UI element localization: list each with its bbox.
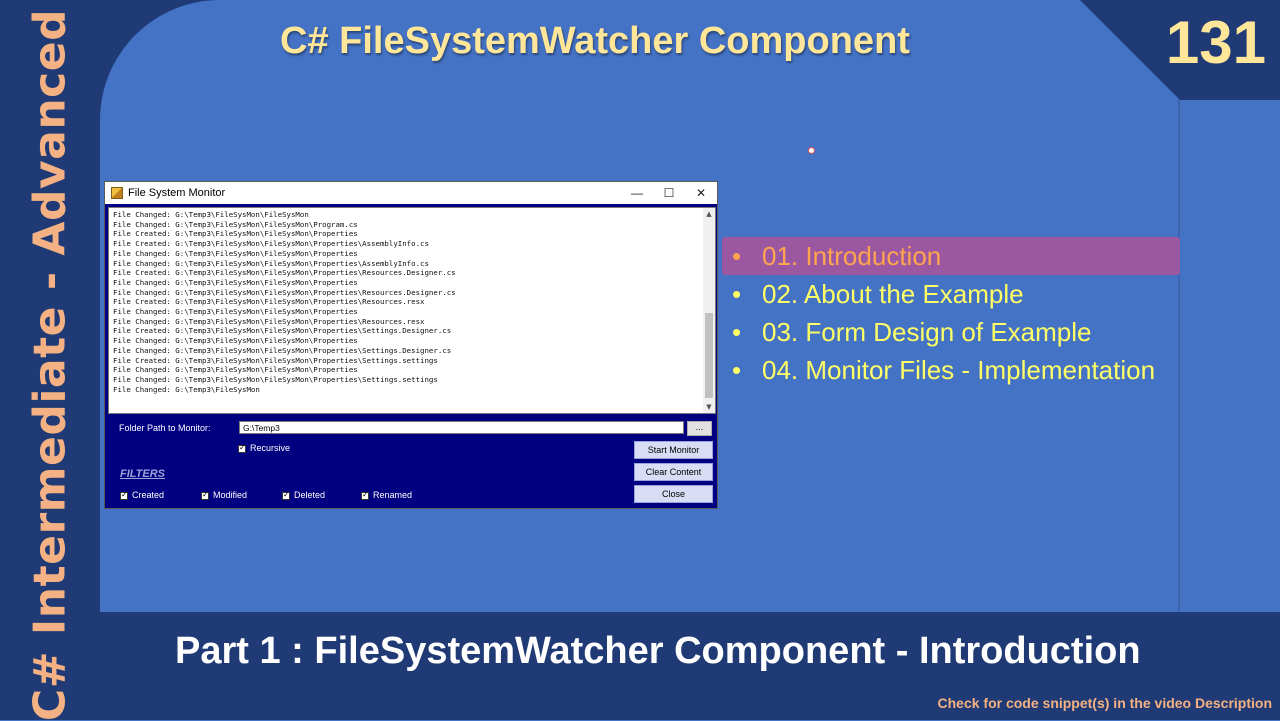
recursive-checkbox[interactable]: Recursive bbox=[238, 443, 290, 453]
log-line: File Created: G:\Temp3\FileSysMon\FileSy… bbox=[113, 297, 425, 307]
close-icon[interactable]: ✕ bbox=[685, 186, 717, 200]
slide-title: C# FileSystemWatcher Component bbox=[280, 20, 910, 62]
log-line: File Changed: G:\Temp3\FileSysMon\FileSy… bbox=[113, 258, 429, 268]
agenda-item-label: 03. Form Design of Example bbox=[762, 317, 1092, 347]
log-line: File Created: G:\Temp3\FileSysMon\FileSy… bbox=[113, 239, 429, 249]
minimize-icon[interactable]: — bbox=[621, 186, 653, 200]
cursor-marker bbox=[808, 147, 815, 154]
filter-deleted-checkbox[interactable]: Deleted bbox=[282, 490, 325, 500]
app-icon bbox=[111, 187, 123, 199]
log-line: File Created: G:\Temp3\FileSysMon\FileSy… bbox=[113, 326, 452, 336]
side-label: C# Intermediate - Advanced bbox=[24, 8, 76, 721]
log-line: File Changed: G:\Temp3\FileSysMon\FileSy… bbox=[113, 365, 358, 375]
log-scrollbar[interactable]: ▲ ▼ bbox=[703, 208, 715, 413]
filter-deleted-label: Deleted bbox=[294, 490, 326, 500]
bullet-icon: • bbox=[732, 317, 742, 347]
close-button[interactable]: Close bbox=[634, 485, 713, 503]
log-line: File Changed: G:\Temp3\FileSysMon bbox=[113, 384, 260, 394]
agenda-item: • 02. About the Example bbox=[722, 275, 1180, 313]
bullet-icon: • bbox=[732, 279, 742, 309]
log-line: File Changed: G:\Temp3\FileSysMon\FileSy… bbox=[113, 307, 358, 317]
log-line: File Changed: G:\Temp3\FileSysMon\FileSy… bbox=[113, 316, 425, 326]
bullet-icon: • bbox=[732, 241, 742, 271]
log-line: File Created: G:\Temp3\FileSysMon\FileSy… bbox=[113, 268, 456, 278]
maximize-icon[interactable]: ☐ bbox=[653, 186, 685, 200]
window-titlebar[interactable]: File System Monitor — ☐ ✕ bbox=[105, 182, 717, 204]
browse-button[interactable]: ... bbox=[687, 421, 712, 436]
agenda-item: • 03. Form Design of Example bbox=[722, 313, 1180, 351]
agenda-item: • 04. Monitor Files - Implementation bbox=[722, 351, 1180, 389]
filter-renamed-checkbox[interactable]: Renamed bbox=[361, 490, 412, 500]
log-line: File Changed: G:\Temp3\FileSysMon\FileSy… bbox=[113, 374, 438, 384]
created-check-icon[interactable] bbox=[120, 490, 128, 500]
file-system-monitor-window: File System Monitor — ☐ ✕ File Changed: … bbox=[104, 181, 718, 509]
log-line: File Changed: G:\Temp3\FileSysMon\FileSy… bbox=[113, 277, 358, 287]
recursive-label: Recursive bbox=[250, 443, 291, 453]
scroll-up-icon[interactable]: ▲ bbox=[703, 208, 715, 220]
recursive-check-icon[interactable] bbox=[238, 443, 246, 453]
log-line: File Created: G:\Temp3\FileSysMon\FileSy… bbox=[113, 355, 438, 365]
episode-number: 131 bbox=[1165, 9, 1266, 76]
agenda-item-label: 04. Monitor Files - Implementation bbox=[762, 355, 1156, 385]
filter-created-label: Created bbox=[132, 490, 165, 500]
modified-check-icon[interactable] bbox=[201, 490, 209, 500]
agenda-item-label: 01. Introduction bbox=[762, 241, 942, 271]
log-line: File Changed: G:\Temp3\FileSysMon\FileSy… bbox=[113, 336, 358, 346]
agenda-list: • 01. Introduction • 02. About the Example •… bbox=[722, 237, 1180, 389]
filter-modified-label: Modified bbox=[213, 490, 248, 500]
clear-content-button[interactable]: Clear Content bbox=[634, 463, 713, 481]
log-line: File Created: G:\Temp3\FileSysMon\FileSy… bbox=[113, 229, 358, 239]
log-line: File Changed: G:\Temp3\FileSysMon\FileSy… bbox=[113, 219, 358, 229]
corner-curve bbox=[100, 0, 340, 240]
log-line: File Changed: G:\Temp3\FileSysMon\FileSy… bbox=[113, 248, 358, 258]
agenda-item: • 01. Introduction bbox=[722, 237, 1180, 275]
renamed-check-icon[interactable] bbox=[361, 490, 369, 500]
filter-created-checkbox[interactable]: Created bbox=[120, 490, 164, 500]
filter-renamed-label: Renamed bbox=[373, 490, 413, 500]
log-line: File Changed: G:\Temp3\FileSysMon\FileSy… bbox=[113, 287, 456, 297]
folder-path-input[interactable]: G:\Temp3 bbox=[239, 421, 684, 434]
filters-label: FILTERS bbox=[120, 468, 166, 480]
folder-path-label: Folder Path to Monitor: bbox=[119, 423, 211, 433]
slide-subtitle: Part 1 : FileSystemWatcher Component - I… bbox=[175, 630, 1141, 672]
agenda-item-label: 02. About the Example bbox=[762, 279, 1024, 309]
footnote: Check for code snippet(s) in the video D… bbox=[937, 695, 1273, 711]
window-title: File System Monitor bbox=[128, 187, 226, 199]
filter-modified-checkbox[interactable]: Modified bbox=[201, 490, 247, 500]
log-lines: File Changed: G:\Temp3\FileSysMon\FileSy… bbox=[113, 210, 456, 394]
start-monitor-button[interactable]: Start Monitor bbox=[634, 441, 713, 459]
log-line: File Changed: G:\Temp3\FileSysMon\FileSy… bbox=[113, 210, 309, 219]
deleted-check-icon[interactable] bbox=[282, 490, 290, 500]
bullet-icon: • bbox=[732, 355, 742, 385]
scroll-thumb[interactable] bbox=[705, 313, 713, 398]
log-textbox[interactable]: File Changed: G:\Temp3\FileSysMon\FileSy… bbox=[108, 207, 716, 414]
log-line: File Changed: G:\Temp3\FileSysMon\FileSy… bbox=[113, 345, 452, 355]
scroll-down-icon[interactable]: ▼ bbox=[703, 401, 715, 413]
